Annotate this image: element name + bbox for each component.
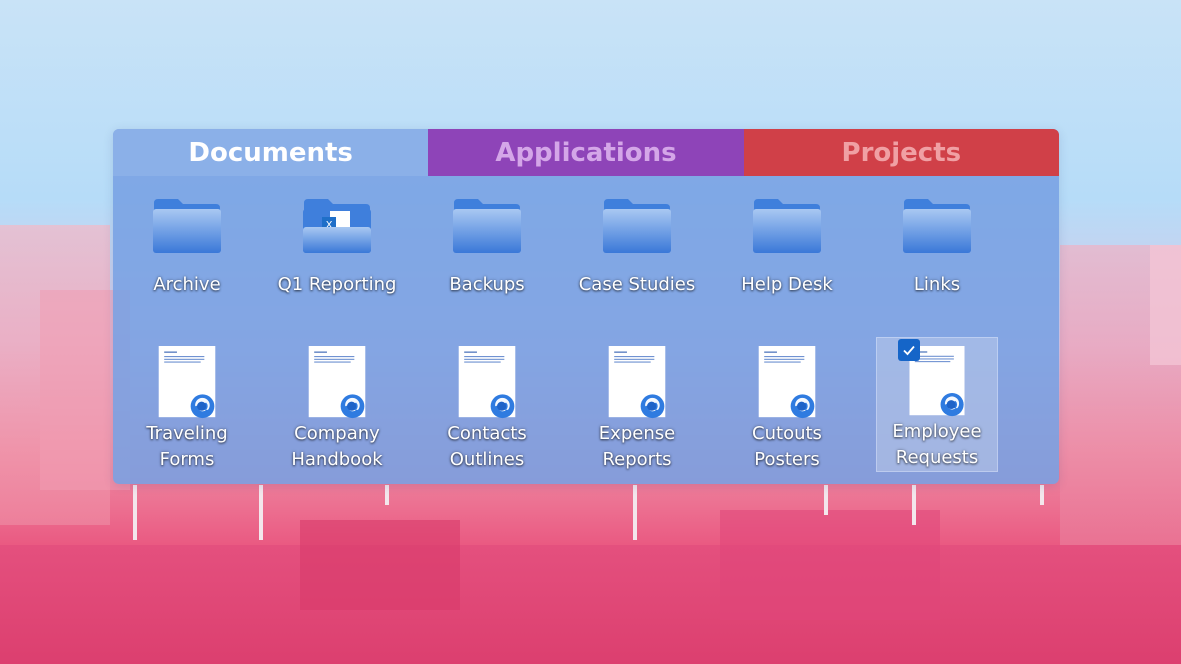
folder-item-q1-reporting[interactable]: X Q1 Reporting	[277, 176, 397, 306]
item-label-line2: Requests	[895, 447, 979, 468]
background-building	[300, 520, 460, 610]
tab-documents[interactable]: Documents	[113, 129, 429, 176]
edge-document-icon	[158, 346, 216, 419]
item-label: Help Desk	[741, 274, 833, 295]
background-building	[1150, 245, 1181, 365]
item-label-line1: Traveling	[146, 423, 228, 444]
item-label-line1: Contacts	[447, 423, 527, 444]
file-item-expense-reports[interactable]: Expense Reports	[577, 338, 697, 473]
selection-checkbox[interactable]	[898, 339, 920, 361]
file-item-company-handbook[interactable]: Company Handbook	[277, 338, 397, 473]
background-building	[720, 510, 940, 620]
stack-items-grid: Archive X Q1 Reporting Backups Case Stud…	[113, 176, 1059, 484]
item-label-line1: Expense	[598, 423, 676, 444]
file-item-contacts-outlines[interactable]: Contacts Outlines	[427, 338, 547, 473]
folder-item-archive[interactable]: Archive	[127, 176, 247, 306]
folder-item-case-studies[interactable]: Case Studies	[577, 176, 697, 306]
checkmark-icon	[903, 345, 915, 356]
excel-folder-icon: X	[303, 199, 371, 253]
file-item-cutouts-posters[interactable]: Cutouts Posters	[727, 338, 847, 473]
taskbar-stack-panel: Documents Applications Projects Archive …	[113, 129, 1059, 484]
item-label: Q1 Reporting	[277, 274, 397, 295]
file-item-employee-requests[interactable]: Employee Requests	[876, 337, 998, 472]
item-label: Case Studies	[578, 274, 696, 295]
background-post	[385, 485, 389, 505]
folder-item-backups[interactable]: Backups	[427, 176, 547, 306]
background-post	[912, 485, 916, 525]
file-item-traveling-forms[interactable]: Traveling Forms	[127, 338, 247, 473]
stack-tab-bar: Documents Applications Projects	[113, 129, 1059, 176]
item-label-line1: Cutouts	[752, 423, 822, 444]
tab-applications[interactable]: Applications	[428, 129, 744, 176]
item-label-line2: Handbook	[291, 449, 383, 470]
item-label-line2: Reports	[602, 449, 672, 470]
background-post	[633, 485, 637, 540]
item-label-line1: Employee	[892, 421, 982, 442]
background-post	[824, 485, 828, 515]
item-label: Links	[913, 274, 961, 295]
folder-icon	[453, 199, 521, 253]
background-ground	[0, 545, 1181, 664]
edge-document-icon	[308, 346, 366, 419]
item-label-line2: Forms	[159, 449, 215, 470]
edge-document-icon	[458, 346, 516, 419]
background-post	[1040, 485, 1044, 505]
item-label-line2: Posters	[754, 449, 820, 470]
item-label-line1: Company	[294, 423, 380, 444]
background-post	[259, 485, 263, 540]
edge-document-icon	[758, 346, 816, 419]
edge-document-icon	[608, 346, 666, 419]
item-label-line2: Outlines	[449, 449, 525, 470]
tab-projects[interactable]: Projects	[743, 129, 1059, 176]
folder-icon	[753, 199, 821, 253]
folder-icon	[603, 199, 671, 253]
folder-item-help-desk[interactable]: Help Desk	[727, 176, 847, 306]
item-label: Backups	[449, 274, 525, 295]
folder-icon	[153, 199, 221, 253]
folder-item-links[interactable]: Links	[877, 176, 997, 306]
folder-icon	[903, 199, 971, 253]
background-post	[133, 485, 137, 540]
item-label: Archive	[153, 274, 221, 295]
